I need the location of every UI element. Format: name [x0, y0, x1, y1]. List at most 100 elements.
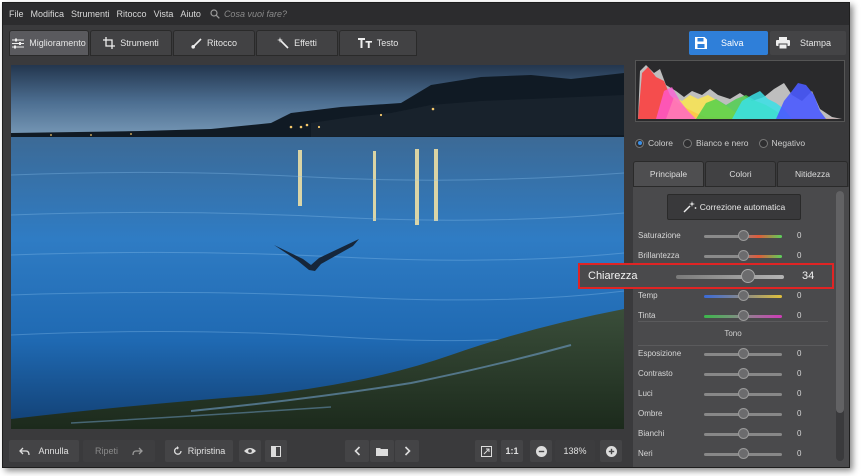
redo-button[interactable]: Ripeti	[83, 440, 155, 462]
open-folder-button[interactable]	[370, 440, 394, 462]
magic-wand-icon	[277, 37, 289, 49]
scrollbar-thumb[interactable]	[836, 191, 844, 413]
slider-saturazione[interactable]: Saturazione 0	[638, 229, 838, 243]
slider-label: Tinta	[638, 311, 656, 320]
menu-vista[interactable]: Vista	[154, 9, 174, 19]
slider-contrasto[interactable]: Contrasto 0	[638, 367, 838, 381]
eye-icon	[244, 448, 256, 454]
fit-screen-button[interactable]	[475, 440, 497, 462]
undo-icon	[19, 447, 31, 455]
search-field[interactable]: Cosa vuoi fare?	[210, 9, 287, 19]
reset-button[interactable]: Ripristina	[165, 440, 233, 462]
undo-button[interactable]: Annulla	[9, 440, 79, 462]
slider-label: Luci	[638, 389, 653, 398]
menu-aiuto[interactable]: Aiuto	[180, 9, 201, 19]
tab-label: Ritocco	[206, 38, 237, 48]
adjustments-panel: Correzione automatica Saturazione 0 Brilla…	[633, 187, 849, 467]
mode-bianco-e-nero[interactable]: Bianco e nero	[683, 138, 749, 148]
preview-button[interactable]	[239, 440, 261, 462]
tab-testo[interactable]: Testo	[339, 30, 417, 56]
slider-knob[interactable]	[737, 310, 749, 321]
slider-knob[interactable]	[737, 348, 749, 359]
text-icon	[357, 38, 372, 48]
sliders-icon	[12, 38, 25, 48]
mode-negativo[interactable]: Negativo	[758, 138, 805, 148]
zoom-out-button[interactable]	[530, 440, 552, 462]
fit-screen-icon	[480, 445, 492, 457]
slider-label: Brillantezza	[638, 251, 680, 260]
zoom-level[interactable]: 138%	[555, 440, 595, 462]
reset-icon	[173, 446, 182, 455]
slider-knob[interactable]	[737, 250, 749, 261]
compare-button[interactable]	[265, 440, 287, 462]
reset-label: Ripristina	[187, 446, 226, 456]
slider-knob[interactable]	[737, 428, 749, 439]
tab-ritocco[interactable]: Ritocco	[173, 30, 255, 56]
menu-modifica[interactable]: Modifica	[31, 9, 65, 19]
slider-ombre[interactable]: Ombre 0	[638, 407, 838, 421]
panel-tabs: Principale Colori Nitidezza	[633, 161, 849, 187]
tab-label: Strumenti	[120, 38, 159, 48]
chevron-left-icon	[353, 446, 360, 456]
panel-scrollbar[interactable]	[836, 191, 844, 461]
highlighted-slider-chiarezza[interactable]: Chiarezza 34	[578, 263, 834, 289]
slider-bianchi[interactable]: Bianchi 0	[638, 427, 838, 441]
menu-ritocco[interactable]: Ritocco	[117, 9, 147, 19]
radio	[758, 138, 768, 148]
section-divider	[638, 345, 828, 346]
menu-bar: File Modifica Strumenti Ritocco Vista Ai…	[3, 3, 849, 25]
photo-canvas[interactable]	[11, 65, 624, 429]
tab-principale[interactable]: Principale	[633, 161, 704, 187]
print-button[interactable]: Stampa	[770, 31, 846, 55]
slider-luci[interactable]: Luci 0	[638, 387, 838, 401]
menu-file[interactable]: File	[9, 9, 24, 19]
slider-label: Temp	[638, 291, 658, 300]
search-placeholder: Cosa vuoi fare?	[223, 9, 287, 19]
section-divider	[638, 321, 828, 322]
slider-knob[interactable]	[737, 290, 749, 301]
menu-strumenti[interactable]: Strumenti	[71, 9, 110, 19]
mode-label: Bianco e nero	[696, 138, 749, 148]
slider-value: 0	[797, 291, 802, 300]
slider-knob[interactable]	[737, 230, 749, 241]
slider-label: Saturazione	[638, 231, 681, 240]
mode-colore[interactable]: Colore	[635, 138, 673, 148]
tab-nitidezza[interactable]: Nitidezza	[777, 161, 848, 187]
slider-track[interactable]	[676, 275, 784, 279]
slider-neri[interactable]: Neri 0	[638, 447, 838, 461]
slider-knob[interactable]	[737, 448, 749, 459]
search-icon	[210, 9, 220, 19]
zoom-in-button[interactable]	[600, 440, 622, 462]
color-mode-group: Colore Bianco e nero Negativo	[635, 134, 849, 152]
slider-value: 0	[797, 349, 802, 358]
redo-icon	[132, 447, 143, 455]
tab-effetti[interactable]: Effetti	[256, 30, 338, 56]
tab-strumenti[interactable]: Strumenti	[90, 30, 172, 56]
slider-temp[interactable]: Temp 0	[638, 289, 838, 303]
zoom-in-icon	[605, 445, 617, 457]
slider-knob[interactable]	[737, 408, 749, 419]
zoom-out-icon	[535, 445, 547, 457]
slider-brillantezza[interactable]: Brillantezza 0	[638, 249, 838, 263]
slider-knob[interactable]	[741, 269, 756, 283]
slider-knob[interactable]	[737, 368, 749, 379]
slider-value: 0	[797, 409, 802, 418]
compare-icon	[271, 445, 281, 457]
prev-photo-button[interactable]	[345, 440, 369, 462]
slider-esposizione[interactable]: Esposizione 0	[638, 347, 838, 361]
save-icon	[695, 37, 707, 49]
next-photo-button[interactable]	[395, 440, 419, 462]
tab-miglioramento[interactable]: Miglioramento	[9, 30, 89, 56]
auto-correction-button[interactable]: Correzione automatica	[667, 194, 801, 220]
slider-label: Esposizione	[638, 349, 682, 358]
save-button[interactable]: Salva	[689, 31, 768, 55]
tab-colori[interactable]: Colori	[705, 161, 776, 187]
slider-value: 0	[797, 311, 802, 320]
print-label: Stampa	[800, 38, 832, 48]
slider-value: 0	[797, 251, 802, 260]
slider-knob[interactable]	[737, 388, 749, 399]
actual-size-button[interactable]: 1:1	[501, 440, 523, 462]
slider-value: 0	[797, 449, 802, 458]
slider-label: Chiarezza	[588, 270, 638, 282]
histogram	[635, 60, 845, 122]
